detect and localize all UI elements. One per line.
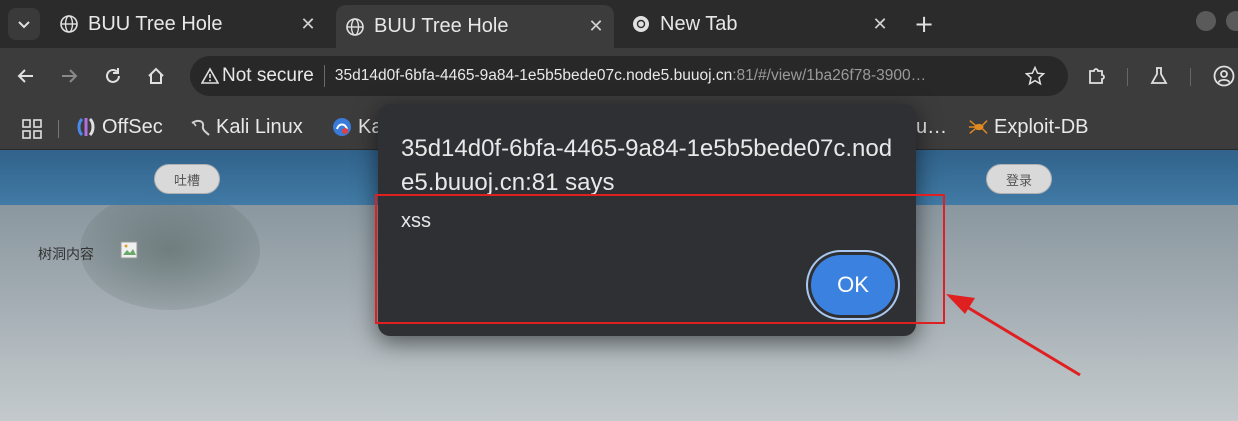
url-path: :81/#/view/1ba26f78-3900… [732, 67, 927, 84]
address-bar[interactable]: Not secure 35d14d0f-6bfa-4465-9a84-1e5b5… [190, 56, 1068, 96]
reload-button[interactable] [99, 62, 127, 90]
toolbar-divider [1127, 68, 1128, 86]
bookmark-kali-tools[interactable]: Ka [332, 113, 382, 141]
bookmark-offsec[interactable]: OffSec [76, 113, 163, 141]
exploitdb-spider-icon [968, 117, 988, 137]
reload-icon [106, 68, 120, 83]
bookmark-label: u… [916, 115, 948, 138]
kali-dragon-icon [190, 117, 210, 137]
close-tab-icon[interactable]: ✕ [296, 12, 320, 36]
login-button[interactable]: 登录 [986, 164, 1052, 194]
tab-title: BUU Tree Hole [88, 12, 223, 35]
security-status-label[interactable]: Not secure [222, 65, 314, 87]
broken-image-icon [120, 241, 138, 259]
globe-icon [346, 17, 364, 36]
arrow-left-icon [17, 69, 33, 83]
profile-icon [1213, 65, 1235, 87]
home-icon [148, 67, 164, 84]
profile-button[interactable] [1210, 62, 1238, 90]
background-foliage [80, 190, 260, 310]
bookmark-label: Kali Linux [216, 115, 303, 138]
not-secure-warning-icon[interactable] [200, 66, 220, 86]
url-host: 35d14d0f-6bfa-4465-9a84-1e5b5bede07c.nod… [334, 67, 733, 84]
flask-icon [1150, 67, 1168, 84]
tab-buu-tree-hole-1[interactable]: BUU Tree Hole ✕ [50, 5, 326, 43]
close-tab-icon[interactable]: ✕ [868, 12, 892, 36]
maximize-window-button[interactable] [1226, 11, 1238, 31]
minimize-window-button[interactable] [1196, 11, 1216, 31]
tab-new-tab[interactable]: New Tab ✕ [622, 5, 898, 43]
tab-strip: BUU Tree Hole ✕ BUU Tree Hole ✕ New Tab … [0, 0, 1238, 48]
tab-buu-tree-hole-2[interactable]: BUU Tree Hole ✕ [336, 5, 614, 48]
bookmark-label: OffSec [102, 115, 163, 138]
bookmarks-divider [58, 120, 59, 138]
new-tab-button[interactable]: + [910, 10, 938, 38]
tab-title: New Tab [660, 12, 738, 35]
bookmark-kali-linux[interactable]: Kali Linux [190, 113, 303, 141]
tab-title: BUU Tree Hole [374, 15, 509, 37]
url-text[interactable]: 35d14d0f-6bfa-4465-9a84-1e5b5bede07c.nod… [335, 67, 995, 85]
tree-hole-content-label: 树洞内容 [38, 247, 94, 263]
plus-icon: + [913, 10, 935, 38]
labs-button[interactable] [1145, 62, 1173, 90]
bookmark-star-icon[interactable] [1024, 65, 1046, 87]
puzzle-icon [1089, 68, 1105, 84]
tab-search-button[interactable] [8, 8, 40, 40]
browser-toolbar: Not secure 35d14d0f-6bfa-4465-9a84-1e5b5… [0, 48, 1238, 104]
offsec-icon [76, 117, 96, 137]
globe-icon [60, 15, 78, 33]
bookmark-label: Exploit-DB [994, 115, 1089, 138]
forward-button[interactable] [55, 62, 83, 90]
bookmark-truncated[interactable]: u… [916, 113, 947, 141]
toolbar-divider [1190, 68, 1191, 86]
address-divider [323, 65, 325, 87]
complain-button[interactable]: 吐槽 [154, 164, 220, 194]
apps-grid-icon[interactable] [22, 119, 42, 139]
bookmark-exploit-db[interactable]: Exploit-DB [968, 113, 1088, 141]
back-button[interactable] [12, 62, 40, 90]
chrome-icon [633, 16, 649, 32]
kali-tools-icon [332, 117, 352, 137]
close-tab-icon[interactable]: ✕ [584, 15, 608, 39]
home-button[interactable] [142, 62, 170, 90]
arrow-right-icon [62, 69, 78, 83]
extensions-button[interactable] [1082, 62, 1110, 90]
chevron-down-icon [18, 21, 30, 29]
dialog-title: 35d14d0f-6bfa-4465-9a84-1e5b5bede07c.nod… [401, 135, 893, 196]
annotation-highlight-box [375, 194, 945, 324]
